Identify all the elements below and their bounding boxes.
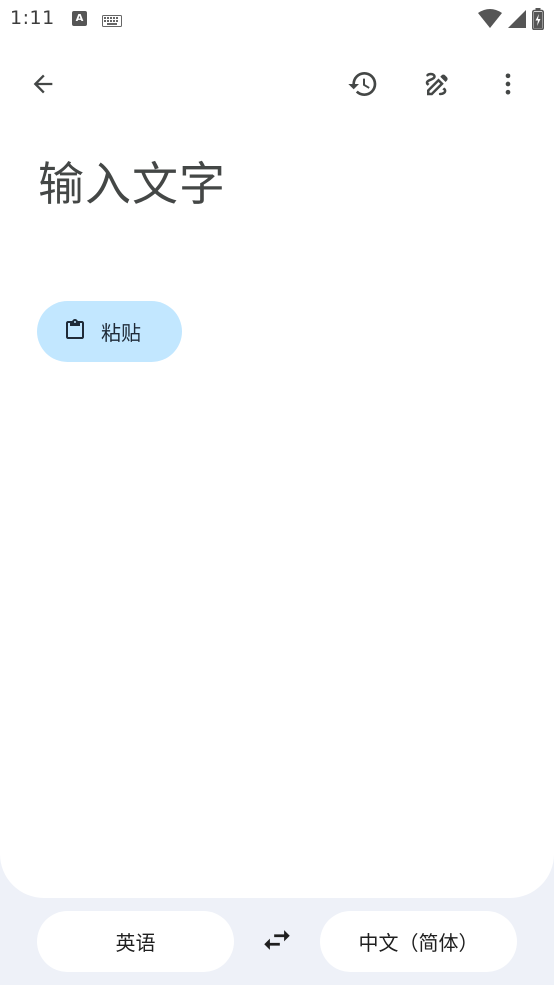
back-button[interactable]: [19, 62, 67, 110]
text-a-icon: A: [72, 11, 87, 26]
source-language-label: 英语: [115, 931, 156, 955]
target-language-label: 中文（简体）: [358, 931, 479, 955]
arrow-back-icon: [29, 70, 57, 102]
source-language-button[interactable]: 英语: [37, 911, 234, 972]
more-options-button[interactable]: [484, 62, 532, 110]
target-language-button[interactable]: 中文（简体）: [320, 911, 517, 972]
main-surface: [0, 0, 554, 898]
swap-languages-button[interactable]: [253, 918, 301, 966]
signal-icon: [508, 9, 526, 33]
system-status-icons: [478, 8, 544, 34]
status-time: 1:11: [10, 7, 55, 29]
history-button[interactable]: [339, 62, 387, 110]
history-icon: [347, 68, 379, 104]
battery-charging-icon: [532, 8, 544, 34]
swap-horiz-icon: [260, 923, 294, 961]
status-bar: 1:11 A: [0, 0, 554, 38]
keyboard-icon: [102, 12, 122, 31]
handwriting-button[interactable]: [413, 62, 461, 110]
clipboard-icon: [63, 318, 87, 346]
paste-label: 粘贴: [101, 321, 141, 345]
paste-button[interactable]: 粘贴: [37, 301, 182, 362]
wifi-icon: [478, 9, 502, 33]
text-input[interactable]: 输入文字: [38, 148, 226, 214]
more-vert-icon: [494, 70, 522, 102]
draw-icon: [422, 69, 452, 103]
